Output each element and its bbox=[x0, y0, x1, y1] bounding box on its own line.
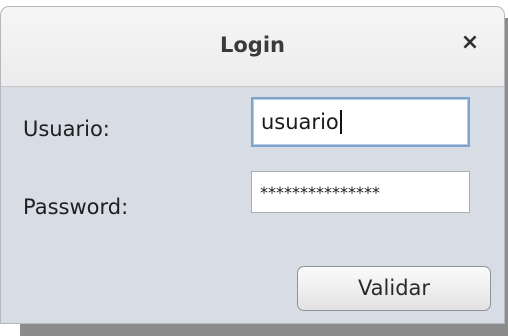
login-dialog: Login × Usuario: usuario Password: *****… bbox=[0, 6, 505, 324]
validar-button[interactable]: Validar bbox=[297, 266, 491, 311]
password-value: *************** bbox=[260, 182, 380, 202]
usuario-input[interactable]: usuario bbox=[251, 97, 470, 147]
password-label: Password: bbox=[23, 195, 129, 219]
usuario-label: Usuario: bbox=[23, 117, 110, 141]
title-bar[interactable]: Login × bbox=[1, 7, 504, 87]
text-caret bbox=[339, 110, 342, 134]
window-title: Login bbox=[220, 33, 285, 57]
close-icon[interactable]: × bbox=[456, 29, 484, 57]
password-input[interactable]: *************** bbox=[251, 171, 470, 213]
usuario-value: usuario bbox=[261, 110, 339, 134]
